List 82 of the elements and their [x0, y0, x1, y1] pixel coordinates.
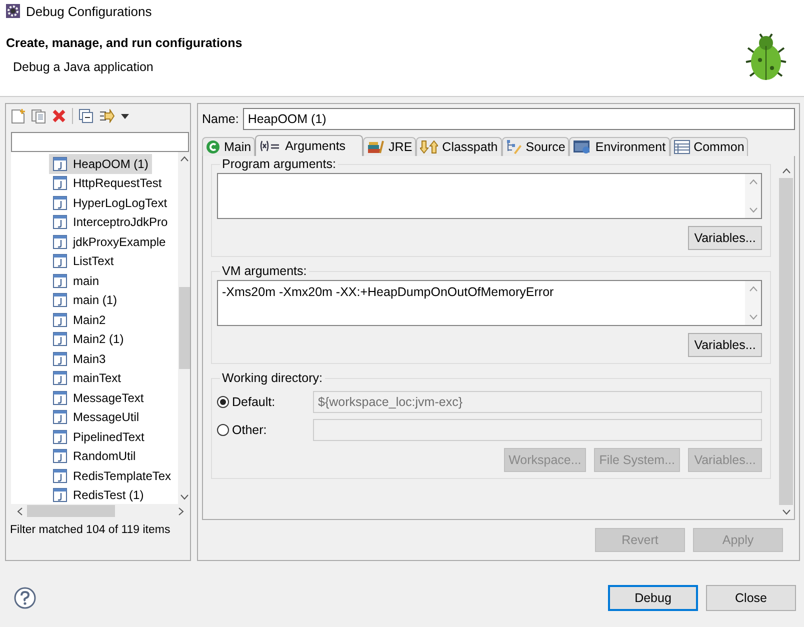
filter-status: Filter matched 104 of 119 items	[9, 523, 172, 536]
java-class-icon	[53, 410, 67, 424]
tree-item[interactable]: InterceptroJdkPro	[49, 212, 172, 232]
tab[interactable]: Environment	[569, 137, 670, 156]
tree-item[interactable]: PipelinedText	[49, 427, 148, 446]
java-class-icon	[53, 332, 67, 346]
variable-icon	[259, 140, 282, 152]
tree-item[interactable]: MessageUtil	[49, 408, 144, 427]
tab[interactable]: Source	[502, 137, 570, 156]
java-class-icon	[53, 274, 67, 288]
header-title: Create, manage, and run configurations	[6, 36, 242, 50]
scroll-left-icon[interactable]	[17, 506, 23, 516]
tree-item[interactable]: HttpRequestTest	[49, 174, 166, 193]
scrollbar-thumb[interactable]	[779, 178, 793, 505]
window-title: Debug Configurations	[26, 4, 152, 18]
scroll-right-icon[interactable]	[178, 506, 184, 516]
tree-item[interactable]: Main3	[49, 349, 110, 368]
scroll-down-icon[interactable]	[180, 494, 188, 500]
tree-item[interactable]: HyperLogLogText	[49, 193, 172, 212]
java-class-icon	[53, 196, 67, 210]
tab[interactable]: Common	[670, 137, 748, 156]
variables-button[interactable]: Variables...	[688, 226, 762, 250]
tree-item[interactable]: MessageText	[49, 388, 148, 408]
scroll-down-icon[interactable]	[782, 509, 790, 515]
java-class-icon	[53, 156, 67, 171]
dropdown-arrow-icon[interactable]	[121, 114, 129, 118]
tree-item[interactable]: RandomUtil	[49, 446, 140, 466]
java-class-icon	[53, 293, 67, 308]
radio-button[interactable]: Other:	[217, 423, 313, 437]
variables-button[interactable]: Variables...	[688, 333, 762, 357]
tree-item[interactable]: RedisTemplateTex	[49, 466, 176, 486]
java-class-icon	[53, 430, 67, 444]
gear-icon	[6, 4, 20, 18]
tree-item[interactable]: Main2 (1)	[49, 330, 128, 349]
java-class-icon	[53, 215, 67, 230]
header-subtitle: Debug a Java application	[12, 60, 154, 74]
tree-item[interactable]: main	[49, 271, 104, 290]
copy-icon[interactable]	[31, 108, 46, 124]
name-label: Name:	[202, 112, 239, 126]
tab[interactable]: Classpath	[416, 137, 502, 156]
filter-field[interactable]	[11, 132, 189, 152]
radio-button[interactable]: Default:	[217, 395, 313, 409]
help-icon[interactable]	[14, 587, 36, 609]
collapse-icon[interactable]	[79, 109, 93, 123]
tab[interactable]: Arguments	[255, 135, 363, 156]
java-class-icon	[53, 254, 67, 268]
tab[interactable]: Main	[202, 137, 256, 156]
scrollbar-thumb[interactable]	[27, 505, 115, 517]
scrollbar-thumb[interactable]	[178, 287, 190, 369]
java-class-icon	[53, 468, 67, 483]
java-class-icon	[53, 176, 67, 190]
scroll-up-icon[interactable]	[180, 156, 188, 162]
books-icon	[366, 140, 385, 154]
table-icon	[674, 140, 690, 154]
group-label: Program arguments:	[220, 157, 338, 171]
tree-item[interactable]: Main2	[49, 310, 110, 330]
button[interactable]: Close	[706, 585, 796, 611]
java-class-icon	[53, 234, 67, 249]
group-label: Working directory:	[220, 371, 324, 385]
tree-item[interactable]: RedisTest (1)	[49, 486, 148, 504]
java-class-icon	[53, 371, 67, 386]
java-class-icon	[53, 449, 67, 464]
button[interactable]: Debug	[608, 585, 698, 611]
filter-icon[interactable]	[99, 109, 115, 123]
tree-item[interactable]: jdkProxyExample	[49, 232, 170, 252]
new-file-icon[interactable]	[11, 108, 25, 124]
run-icon	[206, 140, 220, 154]
name-field[interactable]: HeapOOM (1)	[242, 108, 795, 130]
scroll-up-icon[interactable]	[782, 168, 790, 174]
tree-item[interactable]: ListText	[49, 252, 118, 271]
tree-item[interactable]: HeapOOM (1)	[49, 154, 152, 174]
arrows-icon	[420, 140, 438, 154]
java-class-icon	[53, 312, 67, 327]
java-class-icon	[53, 352, 67, 366]
tree-edit-icon	[506, 140, 522, 154]
tree-item[interactable]: main (1)	[49, 290, 122, 310]
group-label: VM arguments:	[220, 264, 309, 278]
window-icon	[573, 140, 592, 154]
delete-icon[interactable]	[52, 109, 66, 123]
tree-item[interactable]: mainText	[49, 368, 126, 388]
tab[interactable]: JRE	[362, 137, 416, 156]
java-class-icon	[53, 390, 67, 405]
